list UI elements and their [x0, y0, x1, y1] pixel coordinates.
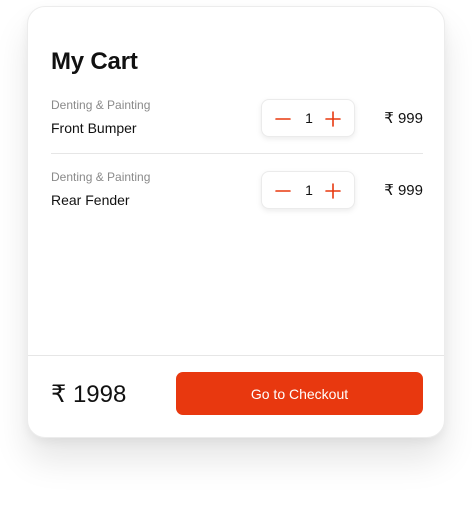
- quantity-stepper: 1: [261, 171, 355, 209]
- item-name: Front Bumper: [51, 120, 137, 136]
- quantity-stepper: 1: [261, 99, 355, 137]
- minus-icon: [275, 118, 291, 120]
- quantity-value: 1: [305, 110, 313, 126]
- footer-divider: [28, 355, 444, 356]
- item-category: Denting & Painting: [51, 98, 151, 112]
- decrement-button[interactable]: [273, 181, 293, 201]
- increment-button[interactable]: [323, 181, 343, 201]
- item-price: ₹ 999: [384, 182, 423, 199]
- item-divider: [51, 153, 423, 154]
- plus-icon: [325, 183, 341, 199]
- plus-icon: [325, 111, 341, 127]
- cart-total: ₹ 1998: [51, 381, 127, 408]
- item-category: Denting & Painting: [51, 170, 151, 184]
- item-price: ₹ 999: [384, 110, 423, 127]
- cart-card: My Cart Denting & Painting Front Bumper …: [27, 6, 445, 438]
- minus-icon: [275, 190, 291, 192]
- cart-item: Denting & Painting Rear Fender 1 ₹ 999: [51, 169, 423, 231]
- item-name: Rear Fender: [51, 192, 130, 208]
- cart-item: Denting & Painting Front Bumper 1 ₹ 999: [51, 97, 423, 159]
- checkout-button[interactable]: Go to Checkout: [176, 372, 423, 415]
- page-title: My Cart: [51, 48, 138, 75]
- decrement-button[interactable]: [273, 109, 293, 129]
- increment-button[interactable]: [323, 109, 343, 129]
- quantity-value: 1: [305, 182, 313, 198]
